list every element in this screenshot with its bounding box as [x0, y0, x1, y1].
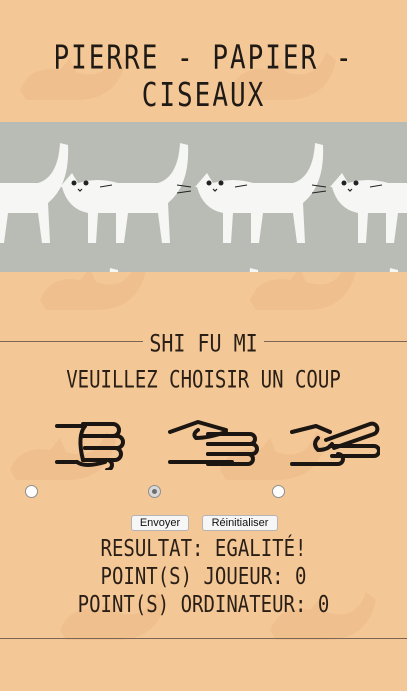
paper-hand-icon [168, 420, 259, 466]
submit-button[interactable]: Envoyer [131, 515, 189, 531]
section-heading: SHI FU MI [0, 328, 407, 358]
divider-bottom [0, 638, 407, 639]
result-text: RESULTAT: EGALITÉ! [100, 535, 307, 563]
walking-cats-illustration [0, 142, 407, 272]
reset-button[interactable]: Réinitialiser [202, 515, 278, 531]
player-points-text: POINT(S) JOUEUR: 0 [100, 563, 307, 591]
choose-move-prompt: VEUILLEZ CHOISIR UN COUP [66, 366, 341, 394]
paper-radio[interactable] [148, 485, 161, 498]
scissors-radio[interactable] [272, 485, 285, 498]
rock-radio[interactable] [25, 485, 38, 498]
cat-banner-image [0, 122, 407, 272]
computer-points-text: POINT(S) ORDINATEUR: 0 [77, 591, 330, 619]
section-heading-text: SHI FU MI [143, 328, 264, 358]
scissors-hand-icon [290, 421, 380, 466]
rock-hand-icon [55, 422, 125, 470]
page-title: PIERRE - PAPIER - CISEAUX [53, 39, 354, 115]
